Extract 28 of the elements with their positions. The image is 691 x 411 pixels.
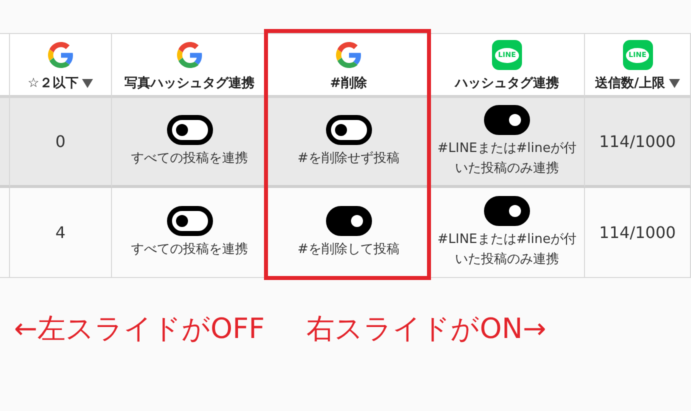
toggle-switch[interactable] xyxy=(484,196,530,226)
google-logo-icon xyxy=(336,42,362,68)
toggle-label: #LINEまたは#lineが付いた投稿のみ連携 xyxy=(436,140,578,178)
toggle-label: #を削除せず投稿 xyxy=(296,150,400,168)
google-logo-icon xyxy=(176,42,202,68)
toggle-switch[interactable] xyxy=(484,105,530,135)
toggle-switch[interactable] xyxy=(326,114,372,145)
column-header: 写真ハッシュタグ連携 xyxy=(124,74,254,92)
annotation-text: ←左スライドがOFF xyxy=(14,311,265,347)
toggle-switch[interactable] xyxy=(166,114,212,145)
toggle-switch[interactable] xyxy=(326,206,372,236)
column-header[interactable]: 送信数/上限 xyxy=(595,74,665,92)
table-cell-text: 114/1000 xyxy=(598,130,677,152)
annotation-text: 右スライドがON→ xyxy=(306,311,546,347)
column-header[interactable]: ☆２以下 xyxy=(28,74,78,92)
toggle-label: すべての投稿を連携 xyxy=(130,150,249,168)
toggle-switch[interactable] xyxy=(166,206,212,236)
table-cell-text: 4 xyxy=(54,222,67,244)
table-cell-text: 114/1000 xyxy=(598,222,677,244)
sort-caret-icon[interactable] xyxy=(668,78,680,88)
sort-caret-icon[interactable] xyxy=(82,78,94,88)
table-cell-text: 0 xyxy=(54,130,67,152)
toggle-label: #を削除して投稿 xyxy=(296,240,400,259)
toggle-label: すべての投稿を連携 xyxy=(130,240,249,259)
column-header: #削除 xyxy=(330,75,367,92)
toggle-label: #LINEまたは#lineが付いた投稿のみ連携 xyxy=(436,231,578,268)
column-header: ハッシュタグ連携 xyxy=(455,74,559,92)
google-logo-icon xyxy=(48,42,74,68)
